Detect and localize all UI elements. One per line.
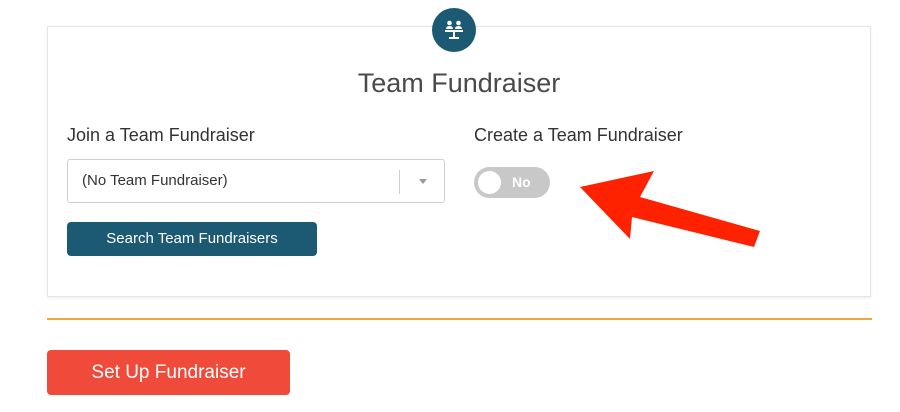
join-team-label: Join a Team Fundraiser (67, 125, 255, 145)
team-fundraiser-select[interactable]: (No Team Fundraiser) (67, 159, 445, 203)
section-divider (47, 318, 872, 320)
create-team-label: Create a Team Fundraiser (474, 125, 683, 145)
create-team-toggle[interactable]: No (474, 167, 550, 198)
team-group-icon-glyph (445, 20, 463, 39)
team-group-icon (432, 8, 476, 52)
search-team-fundraisers-button[interactable]: Search Team Fundraisers (67, 222, 317, 256)
select-value: (No Team Fundraiser) (82, 172, 228, 189)
select-divider (399, 170, 400, 194)
page: Team Fundraiser Join a Team Fundraiser C… (0, 0, 900, 412)
chevron-down-icon[interactable] (419, 179, 427, 184)
annotation-arrow-icon (580, 171, 760, 247)
card-title: Team Fundraiser (357, 68, 561, 98)
set-up-fundraiser-button[interactable]: Set Up Fundraiser (47, 350, 290, 395)
toggle-knob (478, 171, 501, 194)
toggle-state-label: No (512, 174, 531, 190)
